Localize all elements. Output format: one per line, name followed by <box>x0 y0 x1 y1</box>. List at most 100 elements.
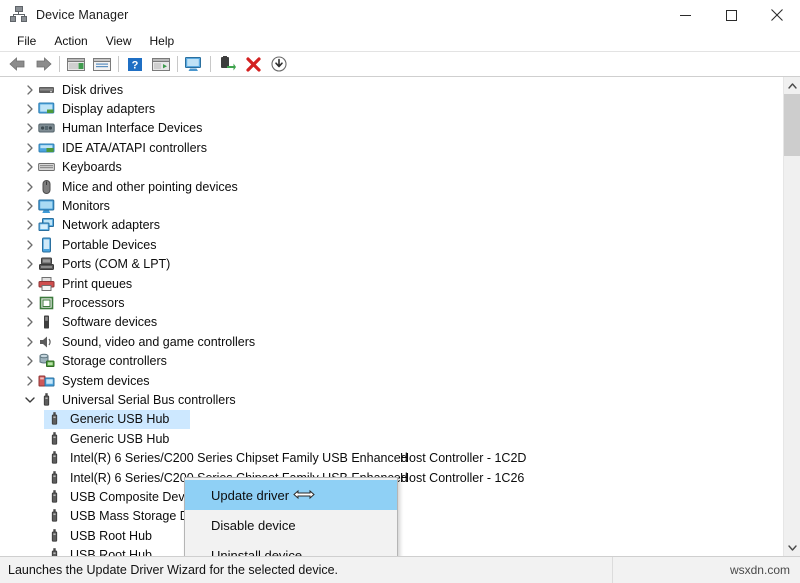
scrollbar-track[interactable] <box>784 94 800 539</box>
context-menu-item[interactable]: Uninstall device <box>185 540 397 557</box>
chevron-right-icon[interactable] <box>22 182 38 192</box>
menu-bar: File Action View Help <box>0 30 800 52</box>
tree-device-label-suffix: Host Controller - 1C2D <box>400 451 526 465</box>
chevron-right-icon[interactable] <box>22 85 38 95</box>
tree-category-row[interactable]: Display adapters <box>0 99 783 118</box>
chevron-down-icon[interactable] <box>22 396 38 404</box>
properties-icon[interactable] <box>89 53 115 75</box>
context-menu-item[interactable]: Disable device <box>185 510 397 540</box>
tree-category-row[interactable]: Portable Devices <box>0 235 783 254</box>
display-adapter-icon <box>38 101 56 117</box>
minimize-button[interactable] <box>662 0 708 30</box>
tree-device-label: Intel(R) 6 Series/C200 Series Chipset Fa… <box>70 451 410 465</box>
help-icon[interactable]: ? <box>122 53 148 75</box>
chevron-right-icon[interactable] <box>22 201 38 211</box>
chevron-right-icon[interactable] <box>22 317 38 327</box>
menu-file[interactable]: File <box>8 31 45 51</box>
tree-category-label: Keyboards <box>62 160 124 174</box>
storage-controller-icon <box>38 353 56 369</box>
tree-category-row[interactable]: Mice and other pointing devices <box>0 177 783 196</box>
uninstall-device-icon[interactable] <box>240 53 266 75</box>
vertical-scrollbar[interactable] <box>783 77 800 556</box>
scrollbar-thumb[interactable] <box>784 94 800 156</box>
scan-for-hardware-changes-icon[interactable] <box>181 53 207 75</box>
tree-category-row[interactable]: Sound, video and game controllers <box>0 332 783 351</box>
chevron-right-icon[interactable] <box>22 143 38 153</box>
keyboard-icon <box>38 159 56 175</box>
chevron-right-icon[interactable] <box>22 337 38 347</box>
ide-controller-icon <box>38 140 56 156</box>
toolbar-separator <box>59 56 60 72</box>
tree-category-row[interactable]: Network adapters <box>0 216 783 235</box>
tree-category-row[interactable]: Processors <box>0 293 783 312</box>
chevron-right-icon[interactable] <box>22 104 38 114</box>
network-adapter-icon <box>38 217 56 233</box>
tree-category-label: Monitors <box>62 199 112 213</box>
chevron-right-icon[interactable] <box>22 162 38 172</box>
tree-category-row[interactable]: Disk drives <box>0 80 783 99</box>
menu-view[interactable]: View <box>97 31 141 51</box>
tree-category-label: Disk drives <box>62 83 125 97</box>
close-button[interactable] <box>754 0 800 30</box>
tree-category-row[interactable]: Universal Serial Bus controllers <box>0 390 783 409</box>
forward-arrow-icon[interactable] <box>30 53 56 75</box>
tree-category-row[interactable]: Software devices <box>0 313 783 332</box>
tree-category-row[interactable]: Ports (COM & LPT) <box>0 255 783 274</box>
title-bar: Device Manager <box>0 0 800 30</box>
back-arrow-icon[interactable] <box>4 53 30 75</box>
usb-device-icon <box>46 508 64 524</box>
tree-device-row[interactable]: Intel(R) 6 Series/C200 Series Chipset Fa… <box>0 448 783 467</box>
update-driver-toolbar-icon[interactable] <box>148 53 174 75</box>
menu-help[interactable]: Help <box>141 31 184 51</box>
window-controls <box>662 0 800 30</box>
tree-category-label: Human Interface Devices <box>62 121 204 135</box>
processor-icon <box>38 295 56 311</box>
chevron-right-icon[interactable] <box>22 376 38 386</box>
tree-category-label: Print queues <box>62 277 134 291</box>
tree-category-row[interactable]: Human Interface Devices <box>0 119 783 138</box>
tree-category-label: Portable Devices <box>62 238 159 252</box>
usb-device-icon <box>46 470 64 486</box>
tree-category-row[interactable]: Keyboards <box>0 158 783 177</box>
usb-device-icon <box>46 528 64 544</box>
chevron-right-icon[interactable] <box>22 279 38 289</box>
content-area: Disk drives Display adapters Human Interfa… <box>0 77 800 557</box>
usb-device-icon <box>46 431 64 447</box>
toolbar-separator <box>118 56 119 72</box>
scroll-down-arrow-icon[interactable] <box>784 539 800 556</box>
menu-action[interactable]: Action <box>45 31 96 51</box>
show-hide-console-tree-icon[interactable] <box>63 53 89 75</box>
usb-controller-icon <box>38 392 56 408</box>
tree-device-row[interactable]: Generic USB Hub <box>0 410 783 429</box>
chevron-right-icon[interactable] <box>22 220 38 230</box>
context-menu[interactable]: Update driver Disable device Uninstall dev… <box>184 477 398 557</box>
tree-category-row[interactable]: Storage controllers <box>0 351 783 370</box>
usb-device-icon <box>46 411 64 427</box>
enable-device-icon[interactable] <box>214 53 240 75</box>
maximize-button[interactable] <box>708 0 754 30</box>
tree-category-label: Sound, video and game controllers <box>62 335 257 349</box>
window-title: Device Manager <box>36 8 128 22</box>
chevron-right-icon[interactable] <box>22 240 38 250</box>
tree-category-label: Software devices <box>62 315 159 329</box>
chevron-right-icon[interactable] <box>22 259 38 269</box>
tree-device-row[interactable]: Generic USB Hub <box>0 429 783 448</box>
printer-icon <box>38 276 56 292</box>
port-icon <box>38 256 56 272</box>
tree-category-row[interactable]: Print queues <box>0 274 783 293</box>
status-bar: Launches the Update Driver Wizard for th… <box>0 557 800 583</box>
chevron-right-icon[interactable] <box>22 356 38 366</box>
scroll-up-arrow-icon[interactable] <box>784 77 800 94</box>
chevron-right-icon[interactable] <box>22 298 38 308</box>
tree-device-label: Generic USB Hub <box>70 412 171 426</box>
horizontal-resize-cursor-icon <box>293 489 315 500</box>
tree-category-row[interactable]: IDE ATA/ATAPI controllers <box>0 138 783 157</box>
tree-device-label: USB Composite Device <box>70 490 203 504</box>
system-device-icon <box>38 373 56 389</box>
context-menu-item[interactable]: Update driver <box>185 480 397 510</box>
context-menu-item-label: Disable device <box>211 518 296 533</box>
tree-category-row[interactable]: Monitors <box>0 196 783 215</box>
download-icon[interactable] <box>266 53 292 75</box>
chevron-right-icon[interactable] <box>22 123 38 133</box>
tree-category-row[interactable]: System devices <box>0 371 783 390</box>
